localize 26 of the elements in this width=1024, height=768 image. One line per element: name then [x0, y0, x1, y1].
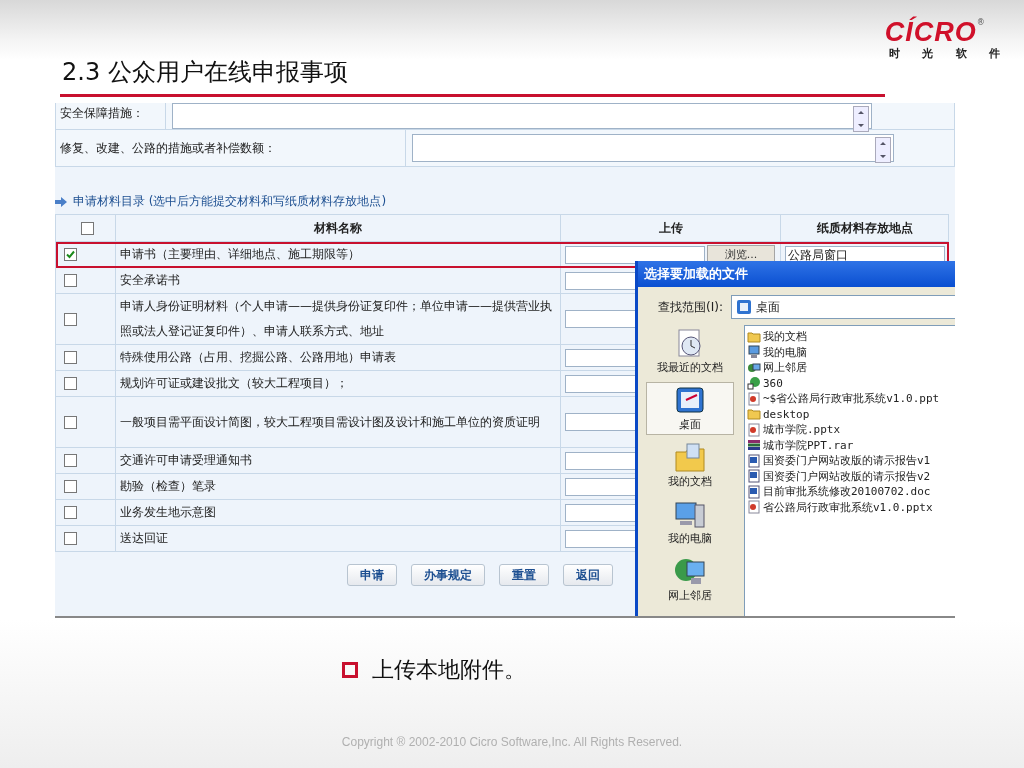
look-in-label: 查找范围(I):	[658, 298, 723, 316]
bullet-text: 上传本地附件。	[372, 656, 526, 684]
table-cell: 送达回证	[115, 525, 561, 552]
column-header: 纸质材料存放地点	[780, 214, 949, 242]
logo-tagline-character: 时	[888, 46, 900, 61]
column-header: 材料名称	[115, 214, 561, 242]
table-cell: 勘验（检查）笔录	[115, 473, 561, 500]
section-heading: 申请材料目录 (选中后方能提交材料和写纸质材料存放地点)	[73, 193, 387, 210]
column-header: 上传	[560, 214, 781, 242]
table-cell: 申请人身份证明材料（个人申请——提供身份证复印件；单位申请——提供营业执照或法人登记证复印件）、申请人联系方式、地址	[115, 293, 561, 345]
copyright-footer: Copyright ® 2002-2010 Cicro Software,Inc. All Rights Reserved.	[0, 735, 1024, 749]
field-label: 安全保障措施：	[56, 103, 166, 129]
table-cell: 业务发生地示意图	[115, 499, 561, 526]
logo-wordmark: CÍCRO	[884, 18, 977, 46]
table-cell: 安全承诺书	[115, 267, 561, 294]
registered-mark: ®	[976, 18, 985, 27]
logo-tagline-character: 光	[922, 46, 934, 61]
logo-tagline-character: 件	[989, 46, 1000, 61]
logo-tagline-character: 软	[955, 46, 967, 61]
field-label: 修复、改建、公路的措施或者补偿数额：	[56, 130, 406, 166]
table-cell: 特殊使用公路（占用、挖掘公路、公路用地）申请表	[115, 344, 561, 371]
table-cell: 交通许可申请受理通知书	[115, 447, 561, 474]
table-cell: 一般项目需平面设计简图，较大工程项目需设计图及设计和施工单位的资质证明	[115, 396, 561, 448]
dialog-title: 选择要加载的文件	[638, 261, 955, 287]
table-cell: 规划许可证或建设批文（较大工程项目）；	[115, 370, 561, 397]
slide-title: 2.3 公众用户在线申报事项	[62, 57, 349, 88]
